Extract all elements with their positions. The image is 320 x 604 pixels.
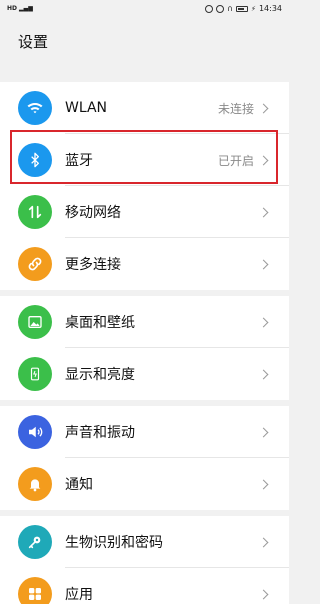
wlan-status: 未连接 xyxy=(217,101,254,116)
bluetooth-label: 蓝牙 xyxy=(65,153,93,169)
charging-icon: ⚡ xyxy=(251,4,256,13)
signal-icon: ▂▄▆ xyxy=(19,5,33,12)
settings-item-biometrics-password[interactable]: 生物识别和密码 xyxy=(0,516,289,568)
settings-item-apps[interactable]: 应用 xyxy=(0,568,289,604)
speaker-icon xyxy=(18,415,52,449)
settings-item-desktop-wallpaper[interactable]: 桌面和壁纸 xyxy=(0,296,289,348)
biometrics-password-label: 生物识别和密码 xyxy=(65,535,163,551)
chevron-right-icon xyxy=(258,103,269,113)
security-group: 生物识别和密码 应用 xyxy=(0,516,289,604)
headphone-icon: ∩ xyxy=(227,4,234,13)
bell-icon xyxy=(18,467,52,501)
sound-vibration-label: 声音和振动 xyxy=(65,425,135,441)
wifi-icon xyxy=(18,91,52,125)
apps-grid-icon xyxy=(18,577,52,604)
settings-item-mobile-network[interactable]: 移动网络 xyxy=(0,186,289,238)
settings-item-notifications[interactable]: 通知 xyxy=(0,458,289,510)
settings-item-wlan[interactable]: WLAN 未连接 xyxy=(0,82,289,134)
display-icon xyxy=(18,357,52,391)
bluetooth-status: 已开启 xyxy=(217,153,254,168)
settings-item-display-brightness[interactable]: 显示和亮度 xyxy=(0,348,289,400)
hd-indicator: HD xyxy=(7,5,18,12)
chevron-right-icon xyxy=(258,369,269,379)
desktop-wallpaper-label: 桌面和壁纸 xyxy=(65,315,135,331)
dnd-icon xyxy=(205,4,214,13)
mobile-network-label: 移动网络 xyxy=(65,205,121,221)
page-title: 设置 xyxy=(18,33,49,51)
settings-screen: HD ▂▄▆ ∩ ⚡ 14:34 设置 WLAN 未连接 蓝牙 已开启 移动网络… xyxy=(0,0,289,604)
eye-comfort-icon xyxy=(216,4,225,13)
apps-label: 应用 xyxy=(65,587,93,603)
chevron-right-icon xyxy=(258,207,269,217)
battery-icon xyxy=(236,5,249,12)
chevron-right-icon xyxy=(258,589,269,599)
mobile-data-icon xyxy=(18,195,52,229)
chevron-right-icon xyxy=(258,259,269,269)
chevron-right-icon xyxy=(258,155,269,165)
key-icon xyxy=(18,525,52,559)
bluetooth-icon xyxy=(18,143,52,177)
wlan-label: WLAN xyxy=(65,100,108,116)
clock: 14:34 xyxy=(258,4,282,13)
chevron-right-icon xyxy=(258,317,269,327)
more-connections-label: 更多连接 xyxy=(65,257,121,273)
notifications-label: 通知 xyxy=(65,477,93,493)
display-brightness-label: 显示和亮度 xyxy=(65,367,135,383)
status-bar-right: ∩ ⚡ 14:34 xyxy=(205,4,282,13)
status-bar-left: HD ▂▄▆ xyxy=(7,5,33,12)
settings-item-sound-vibration[interactable]: 声音和振动 xyxy=(0,406,289,458)
sound-group: 声音和振动 通知 xyxy=(0,406,289,510)
display-group: 桌面和壁纸 显示和亮度 xyxy=(0,296,289,400)
link-icon xyxy=(18,247,52,281)
settings-item-bluetooth[interactable]: 蓝牙 已开启 xyxy=(0,134,289,186)
chevron-right-icon xyxy=(258,537,269,547)
settings-item-more-connections[interactable]: 更多连接 xyxy=(0,238,289,290)
image-icon xyxy=(18,305,52,339)
connectivity-group: WLAN 未连接 蓝牙 已开启 移动网络 更多连接 xyxy=(0,82,289,290)
chevron-right-icon xyxy=(258,427,269,437)
chevron-right-icon xyxy=(258,479,269,489)
status-bar: HD ▂▄▆ ∩ ⚡ 14:34 xyxy=(0,0,289,17)
